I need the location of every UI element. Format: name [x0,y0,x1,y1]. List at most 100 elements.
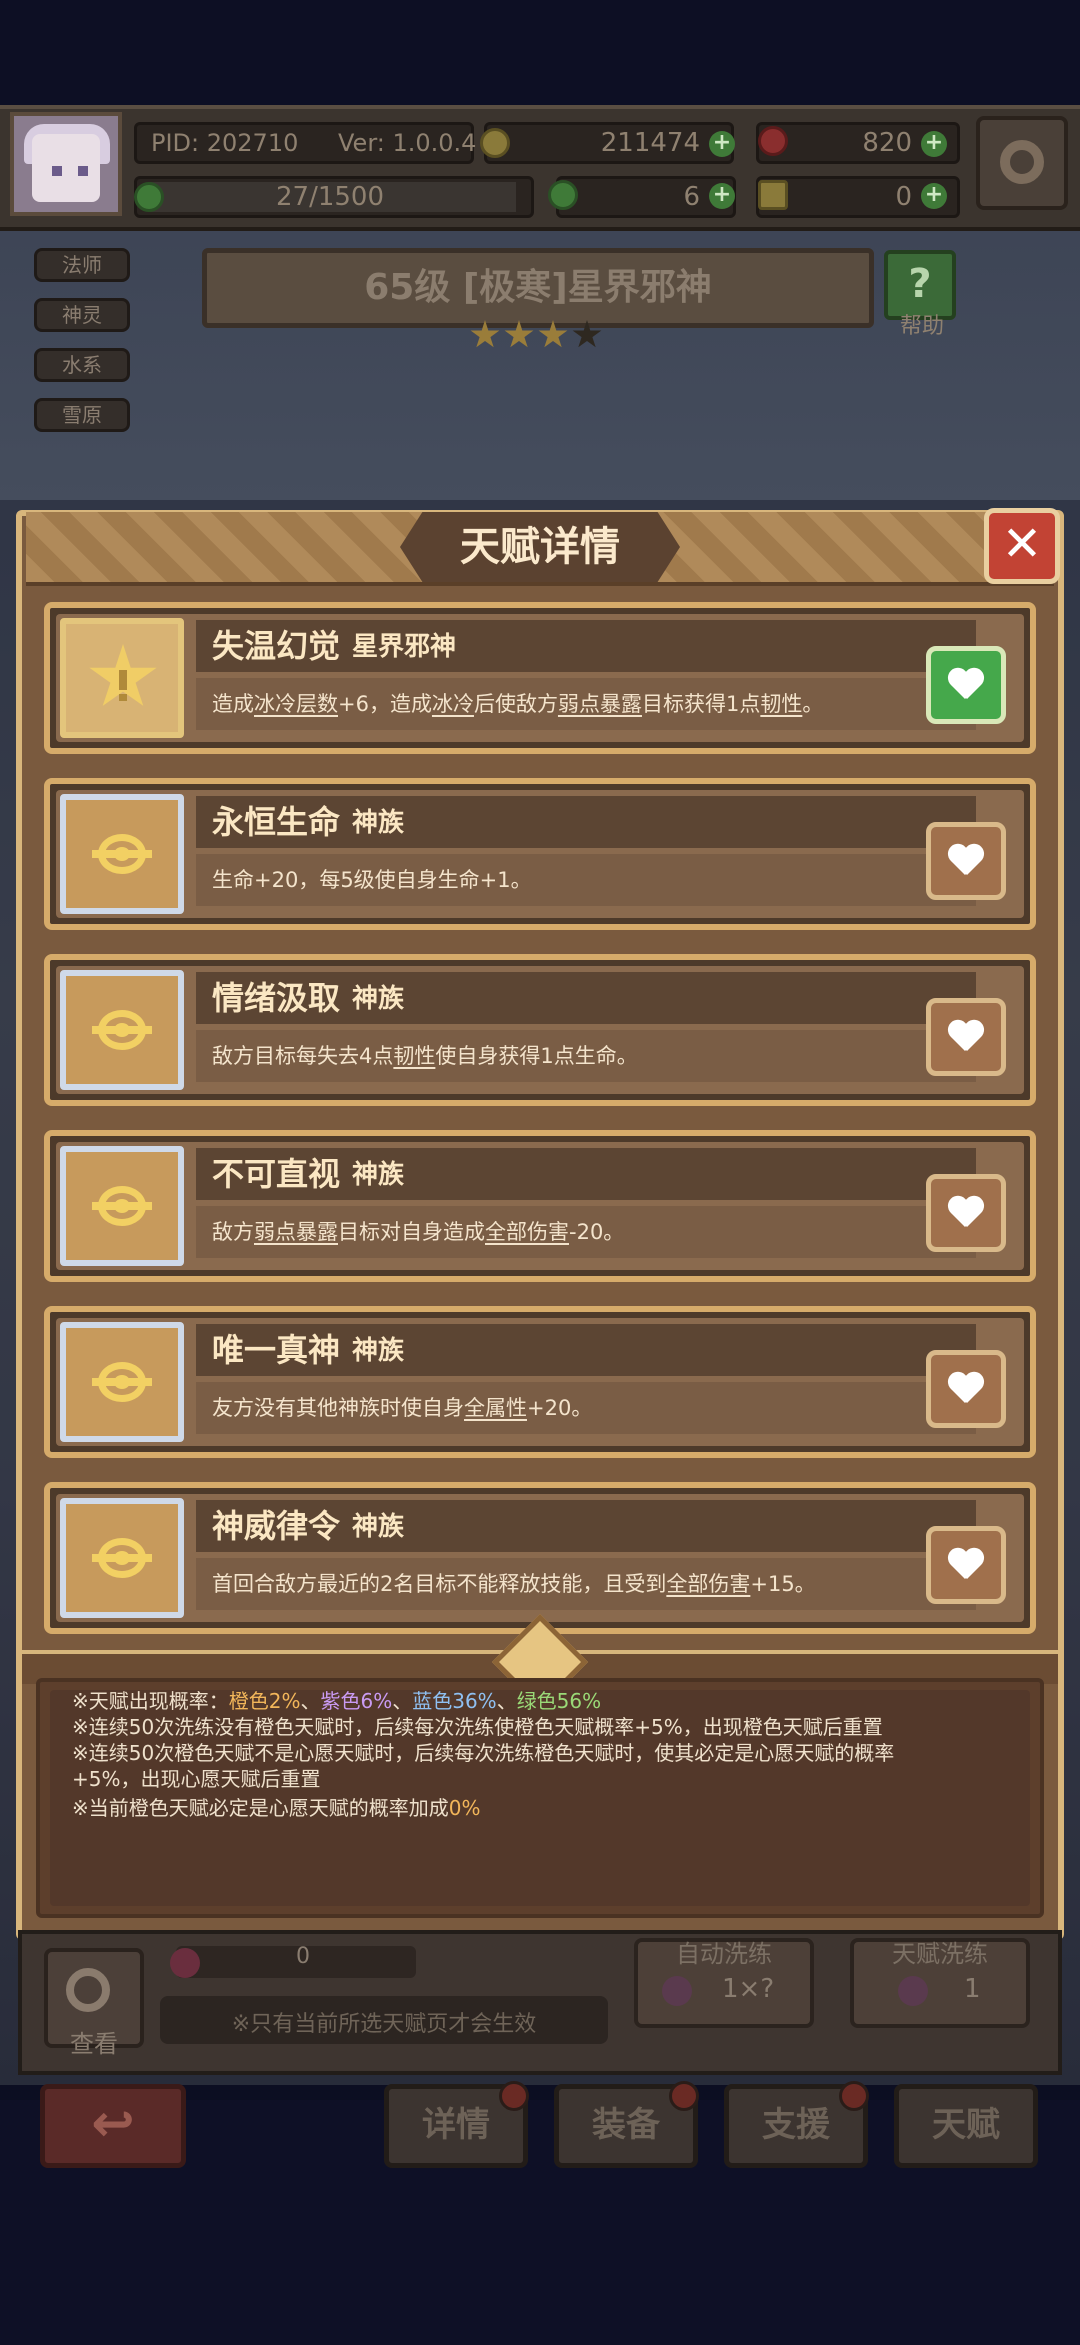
clover-amount: 6 [683,182,700,212]
keyword-link[interactable]: 韧性 [760,692,802,716]
player-avatar[interactable] [10,112,122,216]
essence-count: 0 [296,1944,310,1969]
talent-type: 神族 [352,1512,405,1542]
add-key-plus-icon[interactable]: + [921,183,947,209]
divine-emblem-icon [92,1180,152,1232]
view-label: 查看 [70,2030,118,2058]
talent-type: 神族 [352,808,405,838]
wish-heart-button[interactable] [926,1526,1006,1604]
talent-icon-frame [60,1146,184,1266]
divine-emblem-icon [92,1356,152,1408]
element-tag: 水系 [34,348,130,382]
talent-name: 情绪汲取 [212,979,341,1017]
gold-coin-icon [480,128,510,158]
boss-title: 65级 [极寒]星界邪神 [202,248,874,328]
rate-separator: 、 [300,1689,321,1713]
talent-type: 神族 [352,1336,405,1366]
auto-wash-title: 自动洗练 [676,1940,772,1968]
talent-card[interactable]: 神威律令 神族首回合敌方最近的2名目标不能释放技能，且受到全部伤害+15。 [44,1482,1036,1634]
keyword-link[interactable]: 冰冷 [432,692,474,716]
talent-type: 神族 [352,1160,405,1190]
tab-equipment[interactable]: 装备 [554,2081,699,2168]
wish-heart-button[interactable] [926,1174,1006,1252]
talent-description: 造成冰冷层数+6，造成冰冷后使敌方弱点暴露目标获得1点韧性。 [212,692,824,716]
keyword-link[interactable]: 全属性 [464,1396,527,1420]
dialog-title: 天赋详情 [460,524,620,570]
heart-icon [947,845,985,879]
keyword-link[interactable]: 冰冷层数 [254,692,338,716]
current-wish-bonus-value: 0% [448,1796,481,1820]
talent-icon-frame [60,618,184,738]
rate-separator: 、 [496,1689,517,1713]
essence-icon [898,1976,928,2006]
talent-icon-frame [60,794,184,914]
avatar-eye [52,166,62,176]
heart-icon [947,1549,985,1583]
wish-heart-button[interactable] [926,646,1006,724]
current-wish-bonus: ※当前橙色天赋必定是心愿天赋的概率加成0% [72,1793,481,1823]
auto-wash-button[interactable]: 自动洗练 1×? [634,1938,814,2028]
talent-card[interactable]: 不可直视 神族 敌方弱点暴露目标对自身造成全部伤害-20。 [44,1130,1036,1282]
settings-gear-icon[interactable] [976,116,1068,210]
top-margin [0,0,1080,105]
divine-emblem-icon [92,1532,152,1584]
talent-wash-button[interactable]: 天赋洗练 1 [850,1938,1030,2028]
wish-heart-button[interactable] [926,998,1006,1076]
exp-progress: 27/1500 [275,182,384,212]
add-gem-plus-icon[interactable]: + [921,131,947,157]
current-wish-bonus-label: ※当前橙色天赋必定是心愿天赋的概率加成 [72,1796,449,1820]
wish-heart-button[interactable] [926,822,1006,900]
tab-support-label: 支援 [762,2105,830,2145]
talent-card[interactable]: 唯一真神 神族 友方没有其他神族时使自身全属性+20。 [44,1306,1036,1458]
back-button[interactable]: ↩ [40,2084,186,2168]
keyword-link[interactable]: 弱点暴露 [558,692,642,716]
talent-type: 星界邪神 [352,632,457,662]
talent-description: 友方没有其他神族时使自身全属性+20。 [212,1396,593,1420]
star-icon [470,320,500,348]
wish-heart-button[interactable] [926,1350,1006,1428]
version-label: Ver: 1.0.0.4 [338,129,477,157]
race-tag: 神灵 [34,298,130,332]
star-empty-icon [572,320,602,348]
tab-details[interactable]: 详情 [384,2081,529,2168]
talent-name: 失温幻觉 [212,627,341,665]
star-icon [538,320,568,348]
rate-value: 橙色2% [228,1689,301,1713]
keyword-link[interactable]: 弱点暴露 [254,1220,338,1244]
talent-icon-frame [60,1498,184,1618]
tab-talent-label: 天赋 [932,2105,1000,2145]
class-tag: 法师 [34,248,130,282]
clover-icon [134,182,164,212]
rate-value: 绿色56% [516,1689,602,1713]
add-clover-plus-icon[interactable]: + [709,183,735,209]
talent-icon-frame [60,1322,184,1442]
keyword-link[interactable]: 韧性 [393,1044,435,1068]
tab-support[interactable]: 支援 [724,2081,869,2168]
talent-card[interactable]: 永恒生命 神族生命+20，每5级使自身生命+1。 [44,778,1036,930]
terrain-tag: 雪原 [34,398,130,432]
heart-icon [947,1021,985,1055]
talent-card[interactable]: 情绪汲取 神族 敌方目标每失去4点韧性使自身获得1点生命。 [44,954,1036,1106]
avatar-eye [78,166,88,176]
key-icon [758,180,788,210]
tab-talent[interactable]: 天赋 [894,2084,1038,2168]
essence-icon [662,1976,692,2006]
talent-wash-cost: 1 [964,1974,981,2004]
close-button[interactable]: ✕ [984,508,1060,584]
essence-icon [170,1948,200,1978]
keyword-link[interactable]: 全部伤害 [485,1220,569,1244]
talent-description: 首回合敌方最近的2名目标不能释放技能，且受到全部伤害+15。 [212,1572,816,1596]
talent-description: 敌方目标每失去4点韧性使自身获得1点生命。 [212,1044,638,1068]
help-label: 帮助 [899,314,944,339]
talent-name: 神威律令 [212,1507,341,1545]
talent-card[interactable]: 失温幻觉 星界邪神造成冰冷层数+6，造成冰冷后使敌方弱点暴露目标获得1点韧性。 [44,602,1036,754]
add-gold-plus-icon[interactable]: + [709,131,735,157]
talent-description: 生命+20，每5级使自身生命+1。 [212,868,532,892]
rate-separator: 、 [392,1689,413,1713]
keyword-link[interactable]: 全部伤害 [666,1572,750,1596]
talent-name: 永恒生命 [212,803,341,841]
rate-value: 紫色6% [320,1689,393,1713]
gem-amount: 820 [862,128,912,158]
page-hint: ※只有当前所选天赋页才会生效 [231,2012,537,2037]
auto-wash-cost: 1×? [722,1974,775,2004]
